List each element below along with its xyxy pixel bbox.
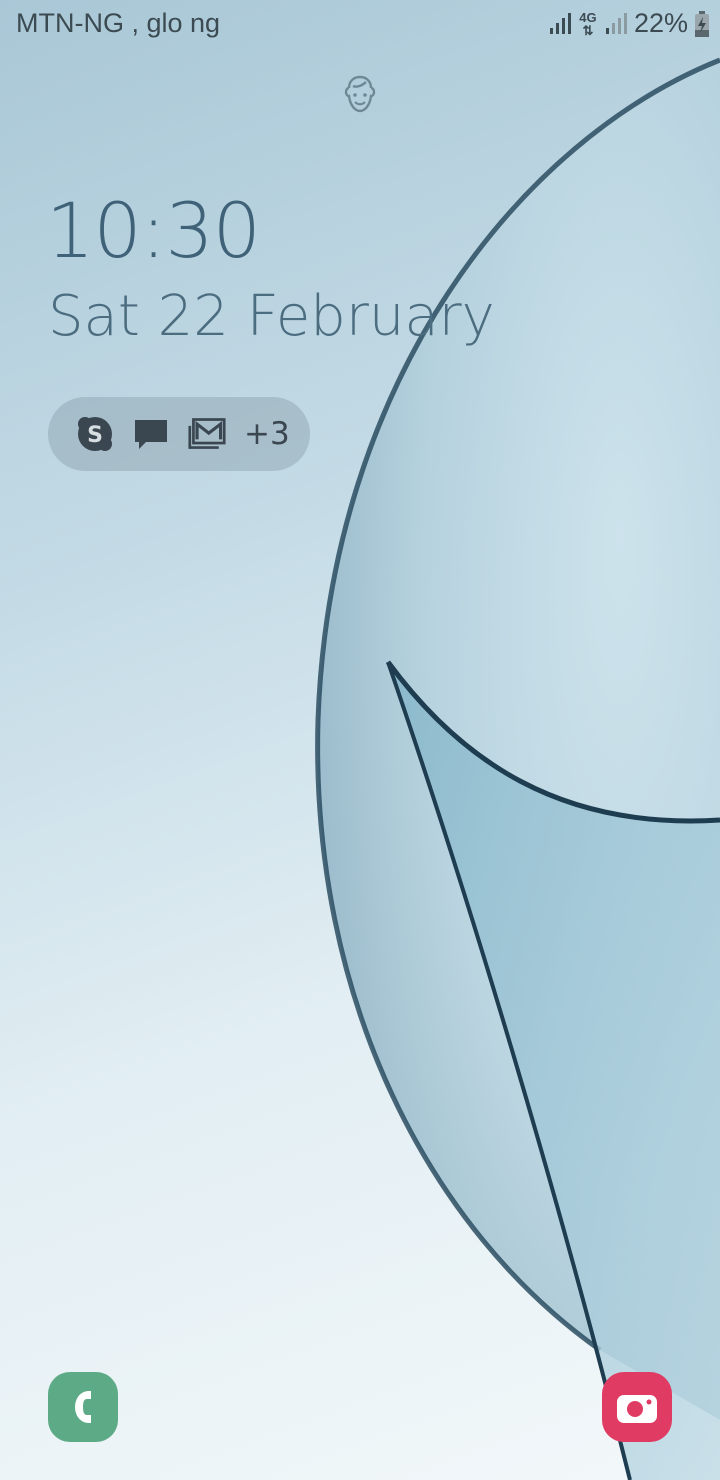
status-indicators: 4G ⇅ 22% bbox=[548, 8, 710, 39]
network-type-icon: 4G ⇅ bbox=[579, 9, 597, 38]
skype-icon: S bbox=[78, 417, 112, 451]
camera-icon bbox=[617, 1395, 657, 1423]
lockscreen-date: Sat 22 February bbox=[48, 284, 495, 349]
lockscreen-clock: 10:30 bbox=[46, 186, 261, 275]
svg-text:S: S bbox=[87, 423, 103, 448]
notification-icons-pill[interactable]: S +3 bbox=[48, 397, 310, 471]
battery-percent: 22% bbox=[633, 8, 688, 38]
face-recognition-icon bbox=[344, 75, 376, 113]
gmail-icon bbox=[188, 418, 226, 449]
battery-charging-icon bbox=[695, 10, 709, 37]
status-bar: MTN-NG , glo ng 4G ⇅ 22% bbox=[0, 0, 720, 52]
signal-icon bbox=[549, 12, 571, 34]
message-icon bbox=[135, 420, 167, 449]
camera-shortcut[interactable] bbox=[602, 1372, 672, 1442]
network-type-label: 4G bbox=[579, 9, 597, 25]
more-notifications-count: +3 bbox=[244, 416, 290, 452]
signal-weak-icon bbox=[605, 12, 627, 34]
phone-icon bbox=[75, 1391, 91, 1423]
phone-shortcut[interactable] bbox=[48, 1372, 118, 1442]
carrier-name: MTN-NG , glo ng bbox=[16, 8, 221, 38]
